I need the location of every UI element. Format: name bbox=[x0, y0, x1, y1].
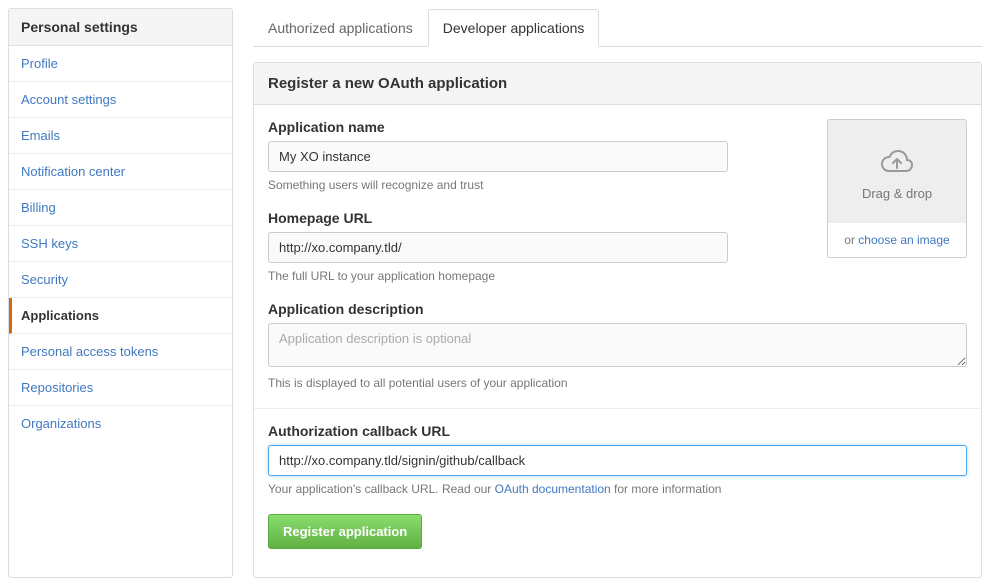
tab-developer-applications[interactable]: Developer applications bbox=[428, 9, 600, 47]
sidebar-item-personal-access-tokens[interactable]: Personal access tokens bbox=[9, 334, 232, 370]
choose-image-link[interactable]: choose an image bbox=[858, 233, 949, 247]
sidebar-item-organizations[interactable]: Organizations bbox=[9, 406, 232, 441]
homepage-url-hint: The full URL to your application homepag… bbox=[268, 269, 807, 283]
sidebar-item-notification-center[interactable]: Notification center bbox=[9, 154, 232, 190]
sidebar-item-ssh-keys[interactable]: SSH keys bbox=[9, 226, 232, 262]
drop-label: Drag & drop bbox=[862, 186, 932, 201]
uploader-or: or bbox=[844, 233, 858, 247]
tab-authorized-applications[interactable]: Authorized applications bbox=[253, 9, 428, 47]
panel-title: Register a new OAuth application bbox=[254, 63, 981, 105]
app-description-label: Application description bbox=[268, 301, 967, 317]
sidebar-item-applications[interactable]: Applications bbox=[9, 298, 232, 334]
app-tabs: Authorized applications Developer applic… bbox=[253, 8, 982, 47]
sidebar-item-billing[interactable]: Billing bbox=[9, 190, 232, 226]
register-application-button[interactable]: Register application bbox=[268, 514, 422, 549]
sidebar-header: Personal settings bbox=[9, 9, 232, 46]
callback-url-input[interactable] bbox=[268, 445, 967, 476]
sidebar-item-security[interactable]: Security bbox=[9, 262, 232, 298]
homepage-url-input[interactable] bbox=[268, 232, 728, 263]
sidebar-item-account-settings[interactable]: Account settings bbox=[9, 82, 232, 118]
callback-url-hint: Your application's callback URL. Read ou… bbox=[268, 482, 967, 496]
logo-uploader[interactable]: Drag & drop or choose an image bbox=[827, 119, 967, 258]
app-name-label: Application name bbox=[268, 119, 807, 135]
callback-url-label: Authorization callback URL bbox=[268, 423, 967, 439]
logo-dropzone[interactable]: Drag & drop bbox=[828, 120, 966, 223]
sidebar-item-profile[interactable]: Profile bbox=[9, 46, 232, 82]
oauth-doc-link[interactable]: OAuth documentation bbox=[495, 482, 611, 496]
app-name-input[interactable] bbox=[268, 141, 728, 172]
app-description-input[interactable] bbox=[268, 323, 967, 367]
sidebar-item-emails[interactable]: Emails bbox=[9, 118, 232, 154]
main-content: Authorized applications Developer applic… bbox=[253, 8, 982, 578]
sidebar-item-repositories[interactable]: Repositories bbox=[9, 370, 232, 406]
app-name-hint: Something users will recognize and trust bbox=[268, 178, 807, 192]
cloud-upload-icon bbox=[879, 148, 915, 178]
register-oauth-panel: Register a new OAuth application Applica… bbox=[253, 62, 982, 578]
app-description-hint: This is displayed to all potential users… bbox=[268, 376, 967, 390]
homepage-url-label: Homepage URL bbox=[268, 210, 807, 226]
settings-sidebar: Personal settings Profile Account settin… bbox=[8, 8, 233, 578]
